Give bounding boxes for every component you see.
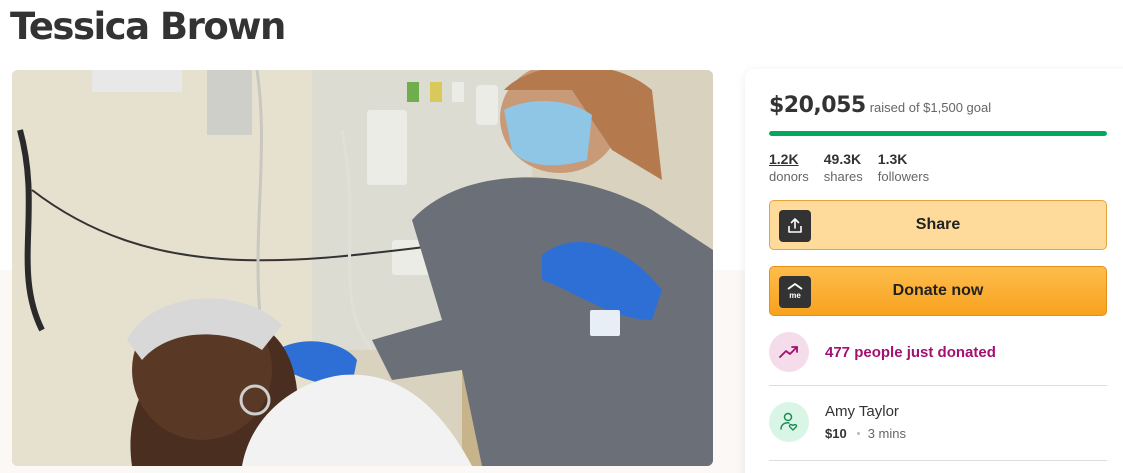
gofundme-logo-icon: me — [779, 276, 811, 308]
page-title: Tessica Brown — [10, 5, 286, 48]
stat-shares-value: 49.3K — [823, 151, 862, 167]
donor-time: 3 mins — [867, 426, 906, 441]
campaign-stats: 1.2K donors 49.3K shares 1.3K followers — [769, 151, 929, 185]
donor-info: Amy Taylor $10 3 mins — [825, 402, 906, 441]
divider — [769, 460, 1107, 461]
recent-activity: 477 people just donated — [769, 332, 996, 372]
donate-button-label: Donate now — [892, 282, 984, 299]
donation-sidebar: $20,055 raised of $1,500 goal 1.2K donors… — [745, 69, 1123, 473]
stat-shares: 49.3K shares — [824, 151, 863, 185]
donor-amount: $10 — [825, 426, 847, 441]
donor-name: Amy Taylor — [825, 403, 899, 420]
amount-raised: $20,055 — [769, 93, 866, 118]
stat-shares-label: shares — [823, 169, 863, 184]
donate-now-button[interactable]: me Donate now — [769, 266, 1107, 316]
amount-summary: $20,055 raised of $1,500 goal — [769, 93, 991, 118]
goal-text: raised of $1,500 goal — [869, 100, 992, 115]
stat-followers-value: 1.3K — [877, 151, 908, 167]
donor-meta: $10 3 mins — [825, 426, 906, 441]
donor-heart-icon — [769, 402, 809, 442]
stat-donors-value[interactable]: 1.2K — [769, 151, 809, 168]
share-button[interactable]: Share — [769, 200, 1107, 250]
share-upload-icon — [779, 210, 811, 242]
divider — [769, 385, 1107, 386]
progress-bar-fill — [769, 131, 1107, 136]
stat-donors-label: donors — [769, 169, 809, 184]
hero-photo-illustration — [12, 70, 713, 466]
just-donated-text: 477 people just donated — [825, 343, 996, 361]
separator-dot — [856, 432, 860, 435]
donate-icon-text: me — [789, 291, 801, 300]
progress-bar — [769, 131, 1107, 136]
stat-followers-label: followers — [877, 169, 930, 184]
share-button-label: Share — [915, 216, 961, 233]
stat-donors[interactable]: 1.2K donors — [769, 151, 809, 185]
trending-up-icon — [769, 332, 809, 372]
campaign-hero-image — [12, 70, 713, 466]
donation-list-item: Amy Taylor $10 3 mins — [769, 402, 906, 442]
stat-followers: 1.3K followers — [878, 151, 929, 185]
